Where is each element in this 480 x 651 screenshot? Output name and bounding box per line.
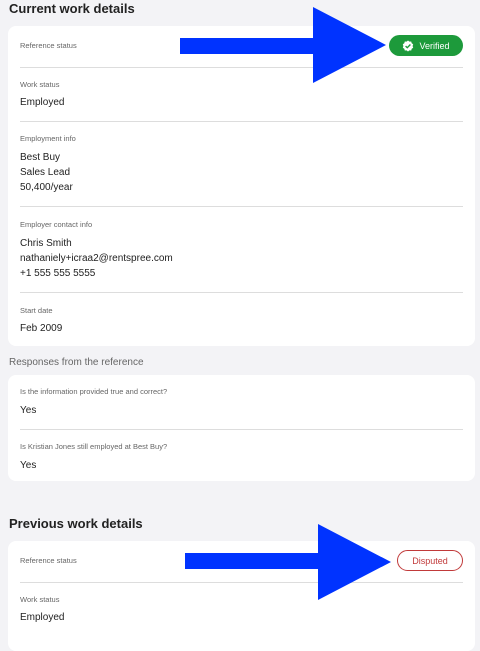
current-work-title: Current work details	[9, 1, 135, 16]
employment-info-label: Employment info	[20, 134, 76, 143]
check-badge-icon	[402, 40, 414, 52]
work-status-value: Employed	[20, 612, 65, 623]
employer-name: Best Buy	[20, 152, 61, 163]
contact-email: nathaniely+icraa2@rentspree.com	[20, 253, 173, 264]
responses-card: Is the information provided true and cor…	[8, 375, 475, 481]
divider	[20, 121, 463, 122]
employer-contact-label: Employer contact info	[20, 220, 93, 229]
start-date-label: Start date	[20, 306, 53, 315]
responses-title: Responses from the reference	[9, 357, 144, 368]
divider	[20, 429, 463, 430]
contact-phone: +1 555 555 5555	[20, 268, 96, 279]
contact-name: Chris Smith	[20, 238, 72, 249]
question-2-label: Is Kristian Jones still employed at Best…	[20, 442, 168, 451]
question-2-answer: Yes	[20, 460, 37, 471]
employment-salary: 50,400/year	[20, 182, 73, 193]
divider	[20, 206, 463, 207]
divider	[20, 292, 463, 293]
arrow-right-icon	[180, 7, 386, 83]
disputed-badge: Disputed	[397, 550, 463, 571]
start-date-value: Feb 2009	[20, 323, 63, 334]
question-1-label: Is the information provided true and cor…	[20, 387, 168, 396]
arrow-right-icon	[185, 524, 391, 600]
verified-badge: Verified	[389, 35, 463, 56]
verified-text: Verified	[419, 40, 450, 51]
previous-work-title: Previous work details	[9, 516, 143, 531]
question-1-answer: Yes	[20, 405, 37, 416]
work-status-value: Employed	[20, 97, 65, 108]
employment-position: Sales Lead	[20, 167, 71, 178]
